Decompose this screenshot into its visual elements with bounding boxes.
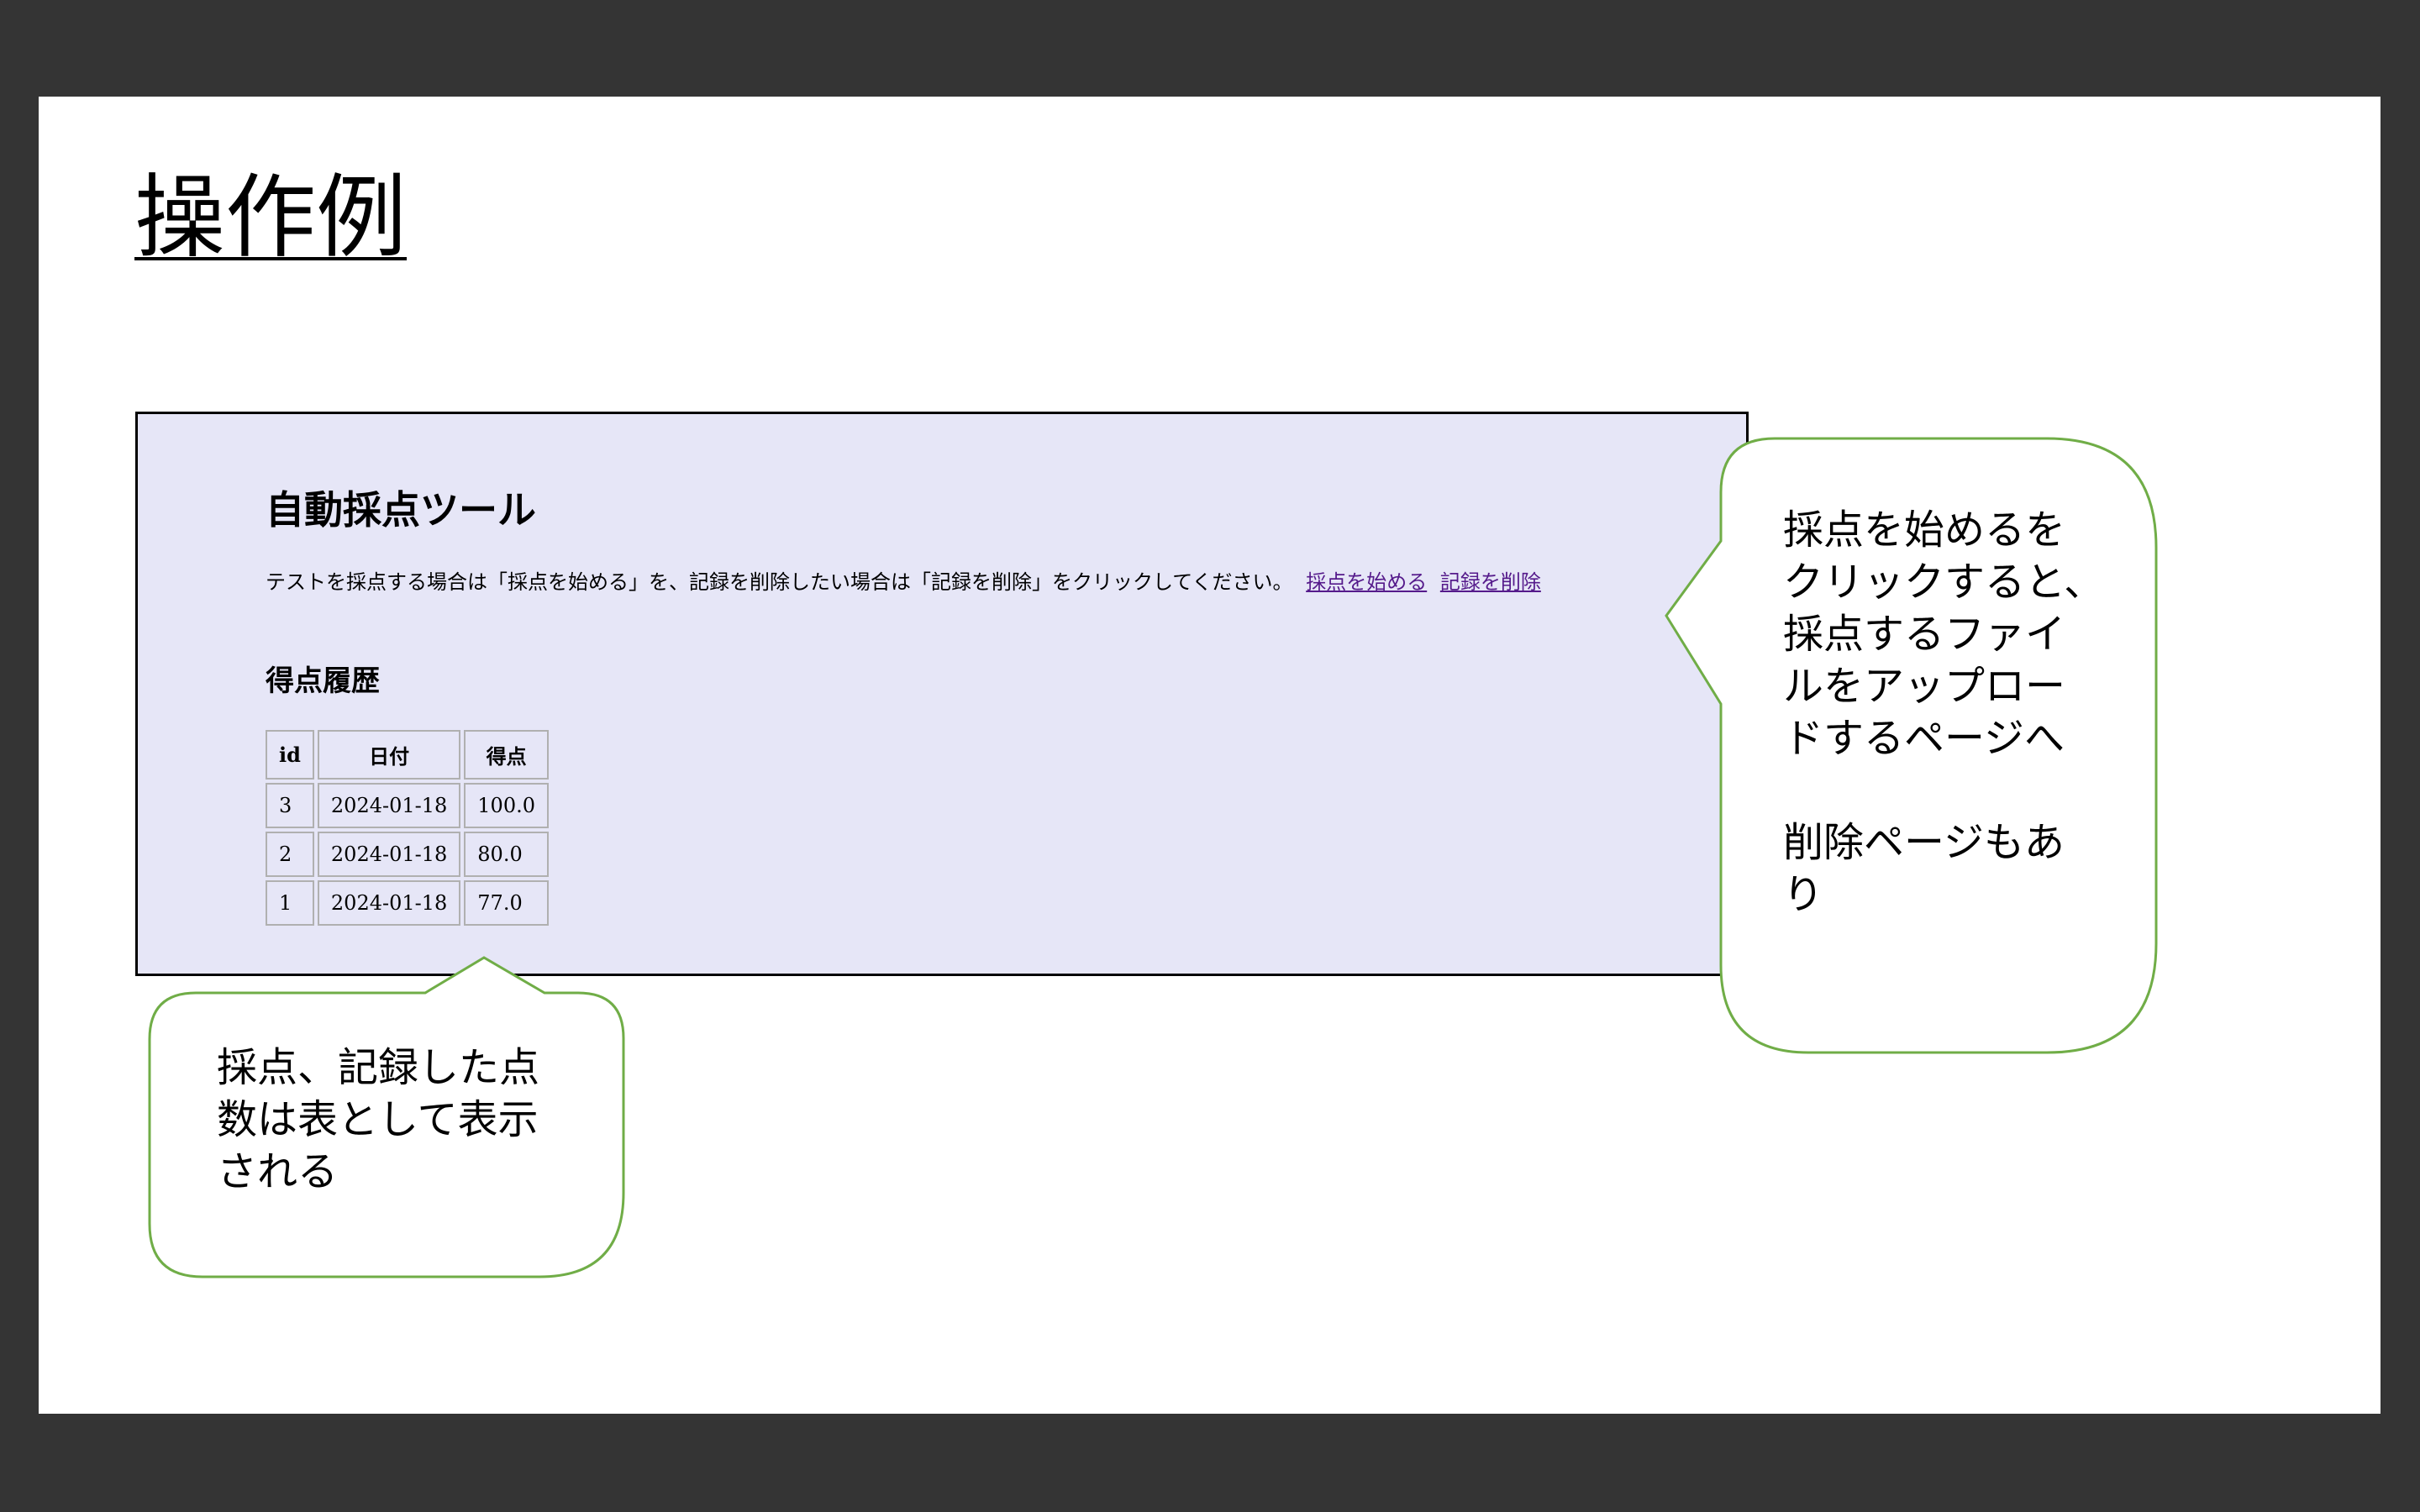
header-id: id — [266, 730, 314, 780]
app-screenshot: 自動採点ツール テストを採点する場合は「採点を始める」を、記録を削除したい場合は… — [135, 412, 1749, 976]
start-grading-link[interactable]: 採点を始める — [1306, 570, 1427, 594]
app-title: 自動採点ツール — [266, 487, 536, 533]
score-table: id 日付 得点 3 2024-01-18 100.0 2 2024-01-18… — [262, 727, 552, 929]
cell-id: 3 — [266, 783, 314, 828]
instructions: テストを採点する場合は「採点を始める」を、記録を削除したい場合は「記録を削除」を… — [266, 565, 1541, 595]
cell-score: 77.0 — [464, 880, 549, 926]
slide-title: 操作例 — [134, 165, 408, 270]
table-row: 1 2024-01-18 77.0 — [266, 880, 549, 926]
table-row: 3 2024-01-18 100.0 — [266, 783, 549, 828]
cell-id: 2 — [266, 832, 314, 877]
table-row: 2 2024-01-18 80.0 — [266, 832, 549, 877]
cell-score: 80.0 — [464, 832, 549, 877]
cell-id: 1 — [266, 880, 314, 926]
delete-records-link[interactable]: 記録を削除 — [1440, 570, 1541, 594]
header-score: 得点 — [464, 730, 549, 780]
table-header-row: id 日付 得点 — [266, 730, 549, 780]
cell-score: 100.0 — [464, 783, 549, 828]
cell-date: 2024-01-18 — [317, 783, 461, 828]
callout-right-text: 採点を始めるを クリックすると、 採点するファイ ルをアップロー ドするページへ… — [1783, 507, 2105, 918]
cell-date: 2024-01-18 — [317, 832, 461, 877]
header-date: 日付 — [317, 730, 461, 780]
callout-bottom-text: 採点、記録した点 数は表として表示 される — [217, 1044, 540, 1195]
cell-date: 2024-01-18 — [317, 880, 461, 926]
history-title: 得点履歴 — [266, 664, 380, 698]
instructions-text: テストを採点する場合は「採点を始める」を、記録を削除したい場合は「記録を削除」を… — [266, 570, 1293, 594]
